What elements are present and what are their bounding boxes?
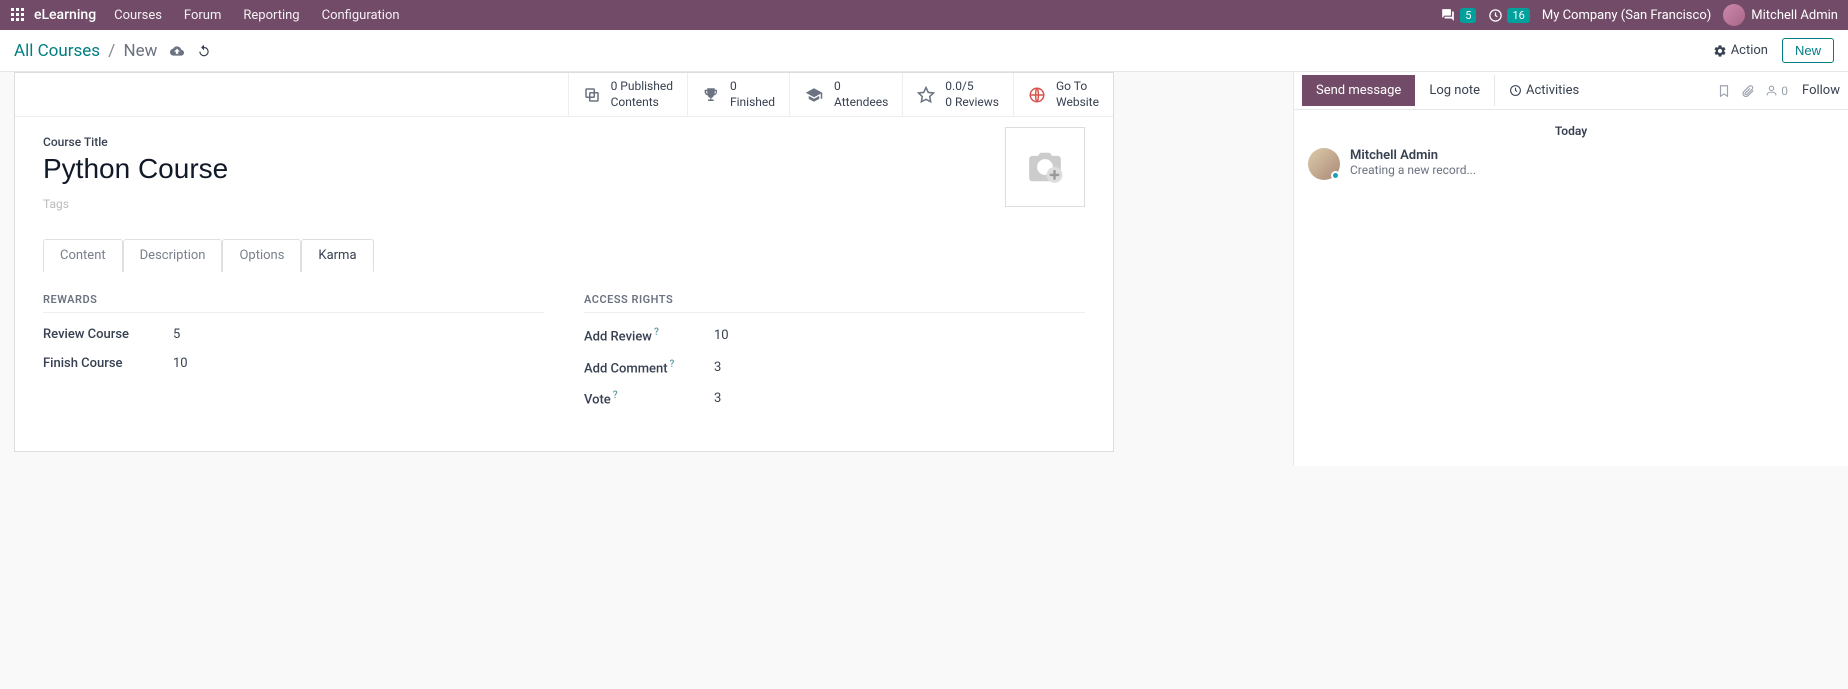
tab-options[interactable]: Options bbox=[222, 239, 301, 272]
help-icon[interactable]: ? bbox=[654, 327, 659, 338]
review-course-label: Review Course bbox=[43, 327, 173, 342]
activities-count: 16 bbox=[1507, 8, 1529, 23]
breadcrumb-current: New bbox=[124, 41, 158, 61]
avatar bbox=[1308, 148, 1340, 180]
chat-icon bbox=[1440, 8, 1456, 22]
stat-buttons: 0 PublishedContents 0Finished 0Attendees… bbox=[15, 73, 1113, 117]
stat-text: 0.0/5 bbox=[945, 79, 999, 95]
breadcrumb-root[interactable]: All Courses bbox=[14, 41, 100, 61]
finish-course-value[interactable]: 10 bbox=[173, 356, 188, 371]
gear-icon bbox=[1713, 44, 1727, 58]
chatter-message: Mitchell Admin Creating a new record... bbox=[1308, 148, 1834, 180]
company-name: My Company (San Francisco) bbox=[1542, 8, 1711, 23]
tabs-container: Content Description Options Karma bbox=[43, 239, 1085, 272]
help-icon[interactable]: ? bbox=[613, 390, 618, 401]
add-review-label: Add Review bbox=[584, 330, 652, 345]
top-nav: eLearning Courses Forum Reporting Config… bbox=[0, 0, 1848, 30]
nav-courses[interactable]: Courses bbox=[114, 8, 162, 23]
control-panel: All Courses / New Action New bbox=[0, 30, 1848, 72]
graduation-icon bbox=[804, 86, 824, 104]
course-image-upload[interactable] bbox=[1005, 127, 1085, 207]
bookmark-icon[interactable] bbox=[1717, 84, 1731, 98]
apps-grid-icon[interactable] bbox=[10, 7, 26, 23]
add-review-value[interactable]: 10 bbox=[714, 328, 729, 343]
chatter-date: Today bbox=[1308, 124, 1834, 138]
stat-text: Go To bbox=[1056, 79, 1099, 95]
app-brand[interactable]: eLearning bbox=[34, 7, 96, 23]
stat-text: Finished bbox=[730, 95, 775, 111]
globe-icon bbox=[1028, 86, 1046, 104]
tab-content[interactable]: Content bbox=[43, 239, 123, 272]
stat-text: 0 Published bbox=[611, 79, 673, 95]
stat-text: 0 bbox=[730, 79, 775, 95]
course-title-label: Course Title bbox=[43, 135, 1085, 149]
stat-attendees[interactable]: 0Attendees bbox=[789, 73, 902, 116]
action-menu[interactable]: Action bbox=[1713, 43, 1768, 58]
tags-field[interactable]: Tags bbox=[43, 197, 1085, 211]
tab-description[interactable]: Description bbox=[123, 239, 223, 272]
stat-reviews[interactable]: 0.0/50 Reviews bbox=[902, 73, 1013, 116]
nav-configuration[interactable]: Configuration bbox=[322, 8, 400, 23]
stat-text: 0 bbox=[834, 79, 888, 95]
user-name: Mitchell Admin bbox=[1751, 8, 1838, 23]
send-message-button[interactable]: Send message bbox=[1302, 75, 1415, 106]
activities-label: Activities bbox=[1526, 83, 1579, 98]
new-button[interactable]: New bbox=[1782, 38, 1834, 63]
discard-icon[interactable] bbox=[197, 44, 211, 58]
stat-finished[interactable]: 0Finished bbox=[687, 73, 789, 116]
cloud-save-icon[interactable] bbox=[169, 44, 185, 58]
stat-text: Website bbox=[1056, 95, 1099, 111]
access-rights-title: ACCESS RIGHTS bbox=[584, 293, 1085, 313]
stat-text: Attendees bbox=[834, 95, 888, 111]
add-comment-label: Add Comment bbox=[584, 361, 668, 376]
finish-course-label: Finish Course bbox=[43, 356, 173, 371]
message-body: Creating a new record... bbox=[1350, 163, 1476, 177]
review-course-value[interactable]: 5 bbox=[173, 327, 180, 342]
clock-icon bbox=[1488, 8, 1503, 23]
messages-count: 5 bbox=[1460, 8, 1476, 23]
activities-button[interactable]: Activities bbox=[1494, 75, 1593, 106]
user-menu[interactable]: Mitchell Admin bbox=[1723, 4, 1838, 26]
chatter-toolbar: Send message Log note Activities 0 Follo… bbox=[1294, 72, 1848, 110]
course-title-input[interactable] bbox=[43, 151, 772, 187]
camera-plus-icon bbox=[1023, 148, 1067, 186]
help-icon[interactable]: ? bbox=[670, 359, 675, 370]
vote-value[interactable]: 3 bbox=[714, 391, 721, 406]
nav-forum[interactable]: Forum bbox=[184, 8, 221, 23]
attachment-icon[interactable] bbox=[1741, 84, 1755, 98]
message-author: Mitchell Admin bbox=[1350, 148, 1476, 163]
tab-karma[interactable]: Karma bbox=[301, 239, 373, 272]
log-note-button[interactable]: Log note bbox=[1415, 75, 1494, 106]
breadcrumb-sep: / bbox=[108, 41, 115, 61]
tab-pane-karma: REWARDS Review Course 5 Finish Course 10… bbox=[15, 273, 1113, 451]
stat-website[interactable]: Go ToWebsite bbox=[1013, 73, 1113, 116]
messages-indicator[interactable]: 5 bbox=[1440, 8, 1476, 23]
avatar bbox=[1723, 4, 1745, 26]
company-switcher[interactable]: My Company (San Francisco) bbox=[1542, 8, 1711, 23]
form-sheet: 0 PublishedContents 0Finished 0Attendees… bbox=[14, 72, 1114, 452]
stat-text: Contents bbox=[611, 95, 673, 111]
rewards-title: REWARDS bbox=[43, 293, 544, 313]
add-comment-value[interactable]: 3 bbox=[714, 360, 721, 375]
action-label: Action bbox=[1731, 43, 1768, 58]
followers-count[interactable]: 0 bbox=[1765, 84, 1788, 98]
copy-icon bbox=[583, 86, 601, 104]
stat-text: 0 Reviews bbox=[945, 95, 999, 111]
clock-icon bbox=[1509, 84, 1522, 97]
chatter-panel: Send message Log note Activities 0 Follo… bbox=[1293, 72, 1848, 466]
activities-indicator[interactable]: 16 bbox=[1488, 8, 1529, 23]
nav-reporting[interactable]: Reporting bbox=[243, 8, 299, 23]
vote-label: Vote bbox=[584, 392, 611, 407]
breadcrumb: All Courses / New bbox=[14, 41, 157, 61]
follow-button[interactable]: Follow bbox=[1802, 83, 1840, 98]
stat-published[interactable]: 0 PublishedContents bbox=[568, 73, 687, 116]
trophy-icon bbox=[702, 86, 720, 104]
star-icon bbox=[917, 86, 935, 104]
